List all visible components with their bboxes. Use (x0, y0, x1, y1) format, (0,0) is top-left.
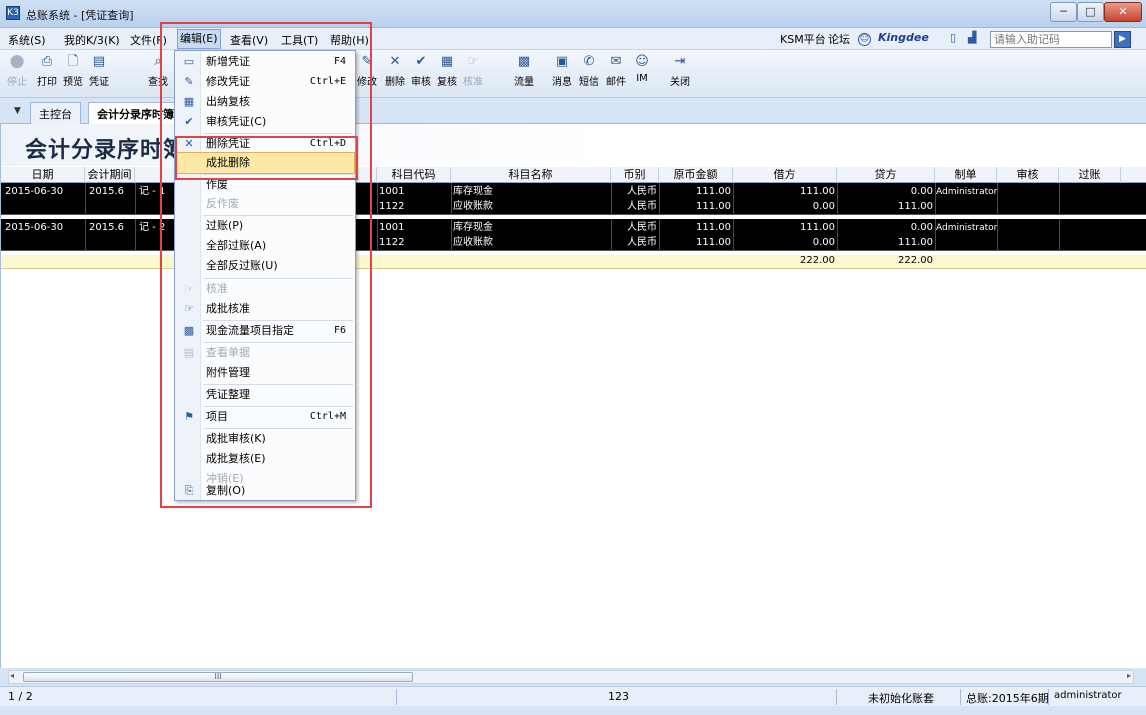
horizontal-scrollbar[interactable]: ◂ III ▸ (8, 670, 1134, 684)
maximize-button[interactable]: □ (1077, 2, 1104, 22)
cell-account-name: 应收账款 (453, 237, 493, 248)
cell-account-code: 1122 (379, 237, 405, 248)
cell-debit: 111.00 (800, 186, 835, 197)
col-credit[interactable]: 贷方 (837, 167, 935, 183)
im-icon: ☺ (635, 54, 649, 69)
current-user: administrator (1054, 690, 1122, 701)
menu-system[interactable]: 系统(S) (8, 32, 46, 48)
cell-account-name: 库存现金 (453, 186, 493, 197)
sms-button[interactable]: ✆ 短信 (574, 54, 604, 88)
close-window-button[interactable]: ⇥ 关闭 (665, 54, 695, 88)
cell-credit: 0.00 (910, 186, 933, 197)
cell-maker: Administrator (936, 223, 998, 233)
stop-icon: ⬤ (9, 54, 25, 69)
voucher-button[interactable]: ▤ 凭证 (84, 54, 114, 88)
cell-currency: 人民币 (627, 237, 657, 248)
cell-currency: 人民币 (627, 186, 657, 197)
cell-credit: 111.00 (898, 237, 933, 248)
cell-date: 2015-06-30 (5, 186, 64, 197)
approve-icon: ☞ (467, 54, 479, 69)
window-title: 总账系统 - [凭证查询] (26, 9, 134, 22)
message-button[interactable]: ▣ 消息 (547, 54, 577, 88)
approve-button[interactable]: ☞ 核准 (458, 54, 488, 88)
col-period[interactable]: 会计期间 (85, 167, 135, 183)
scroll-left-icon[interactable]: ◂ (10, 671, 14, 680)
cell-debit: 111.00 (800, 222, 835, 233)
search-go-button[interactable]: ▶ (1114, 31, 1131, 48)
scroll-thumb[interactable]: III (23, 672, 413, 682)
sms-icon: ✆ (583, 54, 595, 69)
delete-icon: ✕ (389, 54, 401, 69)
annotation-box-delete (175, 136, 358, 180)
page-indicator: 1 / 2 (8, 690, 33, 703)
cell-debit: 0.00 (812, 237, 835, 248)
cell-account-name: 库存现金 (453, 222, 493, 233)
tab-main-console[interactable]: 主控台 (30, 102, 81, 124)
account-status: 未初始化账套 (868, 692, 934, 705)
im-button[interactable]: ☺ IM (627, 54, 657, 84)
col-date[interactable]: 日期 (1, 167, 85, 183)
cell-currency: 人民币 (627, 222, 657, 233)
col-posted[interactable]: 过账 (1059, 167, 1121, 183)
cell-debit: 0.00 (812, 201, 835, 212)
ksm-platform-link[interactable]: KSM平台 (780, 31, 826, 47)
minimize-button[interactable]: ─ (1050, 2, 1077, 22)
cell-account-code: 1001 (379, 222, 405, 233)
print-icon: ⎙ (41, 54, 53, 69)
cell-account-name: 应收账款 (453, 201, 493, 212)
cell-amount: 111.00 (696, 237, 731, 248)
total-debit: 222.00 (800, 255, 835, 266)
col-account-name[interactable]: 科目名称 (451, 167, 611, 183)
total-credit: 222.00 (898, 255, 933, 266)
cell-account-code: 1122 (379, 201, 405, 212)
record-count: 123 (608, 690, 629, 703)
message-icon: ▣ (555, 54, 569, 69)
cell-period: 2015.6 (89, 186, 124, 197)
flow-button[interactable]: ▩ 流量 (509, 54, 539, 88)
cell-credit: 111.00 (898, 201, 933, 212)
period-indicator: 总账:2015年6期 (966, 692, 1049, 705)
menu-my-k3[interactable]: 我的K/3(K) (64, 32, 120, 48)
cell-credit: 0.00 (910, 222, 933, 233)
kingdee-logo: Kingdee (878, 31, 929, 44)
col-audit[interactable]: 审核 (997, 167, 1059, 183)
col-currency[interactable]: 币别 (611, 167, 659, 183)
cell-period: 2015.6 (89, 222, 124, 233)
col-maker[interactable]: 制单 (935, 167, 997, 183)
close-button[interactable]: ✕ (1104, 2, 1142, 22)
flow-icon: ▩ (517, 54, 531, 69)
annotation-box-menu (160, 22, 372, 508)
phone-icon[interactable]: ▯ (950, 31, 956, 44)
cell-amount: 111.00 (696, 201, 731, 212)
cell-account-code: 1001 (379, 186, 405, 197)
cell-currency: 人民币 (627, 201, 657, 212)
user-icon[interactable]: ▟ (968, 31, 976, 44)
preview-icon: 🗋 (67, 54, 79, 69)
cell-date: 2015-06-30 (5, 222, 64, 233)
cell-amount: 111.00 (696, 222, 731, 233)
smile-icon[interactable]: ☺ (858, 31, 871, 46)
app-logo-icon: K3 (6, 6, 20, 20)
close-window-icon: ⇥ (674, 54, 686, 69)
status-bar: 1 / 2 123 未初始化账套 总账:2015年6期 administrato… (0, 686, 1146, 706)
col-amount[interactable]: 原币金额 (659, 167, 733, 183)
mnemonic-search-input[interactable] (990, 31, 1112, 48)
recheck-icon: ▦ (440, 54, 454, 69)
audit-icon: ✔ (415, 54, 427, 69)
cell-maker: Administrator (936, 187, 998, 197)
col-debit[interactable]: 借方 (733, 167, 837, 183)
mail-icon: ✉ (610, 54, 622, 69)
col-account-code[interactable]: 科目代码 (377, 167, 451, 183)
tab-dropdown-icon[interactable]: ▼ (14, 106, 21, 116)
cell-amount: 111.00 (696, 186, 731, 197)
forum-link[interactable]: 论坛 (828, 31, 850, 47)
stop-button[interactable]: ⬤ 停止 (2, 54, 32, 88)
voucher-icon: ▤ (92, 54, 106, 69)
scroll-right-icon[interactable]: ▸ (1127, 671, 1131, 680)
